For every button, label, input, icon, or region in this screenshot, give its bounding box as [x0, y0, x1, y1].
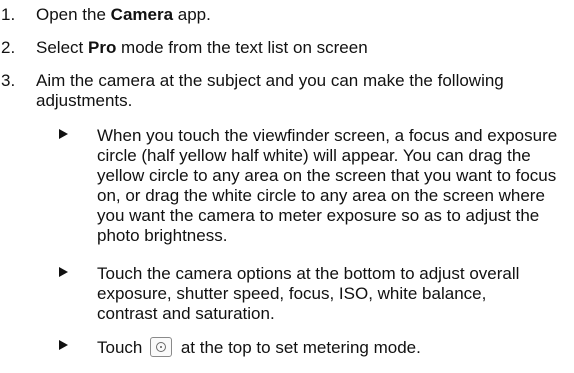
metering-mode-icon [150, 337, 173, 357]
step-number: 1. [1, 5, 16, 24]
document-page: 1. Open the Camera app. 2. Select Pro mo… [0, 0, 574, 373]
step-text: Open the Camera app. [36, 5, 556, 25]
bullet-text: Touch the camera options at the bottom t… [97, 264, 520, 323]
bullet-text: When you touch the viewfinder screen, a … [97, 126, 558, 245]
step-text-part: mode from the text list on screen [116, 38, 368, 57]
step-text-part: Open the [36, 5, 111, 24]
bullet-text: Touch at the top to set metering mode. [97, 337, 567, 358]
app-name-camera: Camera [110, 5, 174, 24]
step-number: 3. [1, 71, 16, 90]
mode-name-pro: Pro [87, 38, 117, 57]
step-text: Select Pro mode from the text list on sc… [36, 38, 556, 58]
step-text-part: Select [36, 38, 88, 57]
bullet-triangle-icon [59, 340, 68, 350]
bullet-text-part: at the top to set metering mode. [176, 338, 421, 357]
bullet-text-part: Touch [97, 338, 148, 357]
bullet-triangle-icon [59, 267, 68, 277]
bullet-triangle-icon [59, 129, 68, 139]
step-text: Aim the camera at the subject and you ca… [36, 71, 504, 110]
step-text-part: app. [173, 5, 211, 24]
step-number: 2. [1, 38, 16, 57]
